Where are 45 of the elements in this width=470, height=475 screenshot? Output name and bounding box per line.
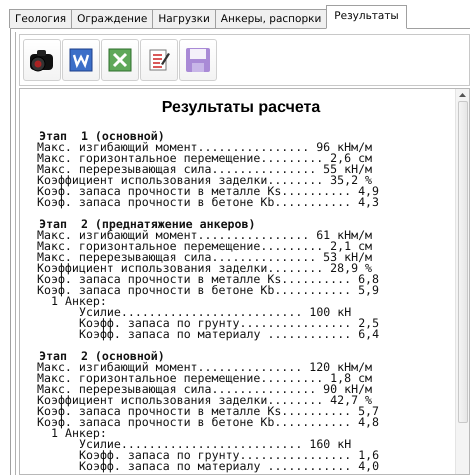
toolbar-button[interactable] [101,39,139,81]
anchor-result-line: Коэфф. запаса по материалу ............ 4,0 [78,461,380,472]
anchor-result-line: Усилие.......................... 160 кН [79,439,352,450]
anchor-label: 1 Анкер: [51,428,107,439]
result-line: Коэффициент использования заделки........ 35,2 % [37,175,372,186]
result-line: Коэф. запаса прочности в металле Ks.......... 6,8 [37,274,380,285]
tab[interactable]: Ограждение [71,9,154,28]
tab[interactable]: Результаты [326,5,407,29]
scrollbar-thumb[interactable] [458,101,468,423]
anchor-result-line: Коэфф. запаса по грунту................ 2,5 [78,318,380,329]
stage-header: Этап 1 (основной) [39,131,166,142]
result-line: Макс. перерезывающая сила............... 90 кН/м [37,384,374,395]
result-line: Макс. горизонтальное перемещение......... 1,8 см [37,373,374,384]
anchor-result-line: Коэфф. запаса по материалу ............ 6,4 [78,329,380,340]
scrollbar[interactable] [455,89,469,474]
result-line: Макс. горизонтальное перемещение......... 2,1 см [37,241,374,252]
result-line: Макс. горизонтальное перемещение......... 2,6 см [37,153,374,164]
result-line: Макс. изгибающий момент............... 120 кНм/м [37,362,374,373]
result-line: Коэффициент использования заделки........ 42,7 % [37,395,372,406]
anchor-result-line: Усилие.......................... 100 кН [79,307,352,318]
edit-document-icon [147,48,171,72]
report-title: Результаты расчета [160,99,322,117]
result-line: Коэф. запаса прочности в бетоне Kb........... 5,9 [37,285,380,296]
scroll-up-icon[interactable] [459,93,466,97]
anchor-result-line: Коэфф. запаса по грунту................ 1,6 [78,450,380,461]
result-line: Коэффициент использования заделки........ 28,9 % [37,263,372,274]
result-line: Коэф. запаса прочности в металле Ks.......... 4,9 [37,186,380,197]
spreadsheet-icon [108,48,132,72]
camera-icon [28,47,56,73]
tab[interactable]: Нагрузки [152,9,216,28]
stage-header: Этап 2 (преднатяжение анкеров) [39,219,256,230]
result-line: Макс. изгибающий момент................ 96 кНм/м [37,142,374,153]
toolbar-button[interactable] [62,39,100,81]
tab[interactable]: Геология [9,9,72,28]
stage-header: Этап 2 (основной) [39,351,166,362]
toolbar-button[interactable] [23,39,61,81]
result-line: Макс. перерезывающая сила............... 53 кН/м [37,252,374,263]
tab[interactable]: Анкеры, распорки [214,9,328,28]
word-document-icon [69,48,93,72]
result-line: Макс. перерезывающая сила............... 55 кН/м [37,164,374,175]
anchor-label: 1 Анкер: [51,296,107,307]
result-line: Коэф. запаса прочности в бетоне Kb........... 4,8 [37,417,380,428]
result-line: Макс. изгибающий момент................ 61 кНм/м [37,230,374,241]
result-line: Коэф. запаса прочности в металле Ks.......... 5,7 [37,406,380,417]
result-line: Коэф. запаса прочности в бетоне Kb........... 4,3 [37,197,380,208]
